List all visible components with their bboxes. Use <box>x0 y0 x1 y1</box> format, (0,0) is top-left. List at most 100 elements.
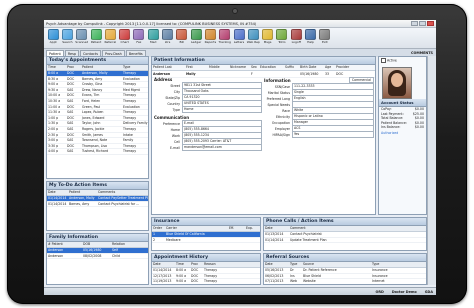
minimize-button[interactable] <box>411 21 418 26</box>
column-header[interactable]: Comments <box>97 190 148 195</box>
column-header[interactable]: Order <box>152 226 165 231</box>
authorized-note: Authorized <box>381 130 399 135</box>
toolbar-button-logoff[interactable]: Logoff <box>289 29 303 47</box>
toolbar-button-ltrs[interactable]: Ltrs <box>160 29 174 47</box>
information-title: Information <box>264 77 291 83</box>
column-header[interactable]: Date <box>47 190 68 195</box>
tracking-icon <box>219 29 231 40</box>
phone-call-row[interactable]: 01/14/2014 Update Treatment Plan <box>264 238 426 244</box>
insurance-list: 1 Blue Shield Of California 2 Medicare <box>152 232 260 244</box>
toolbar-button-med[interactable]: Med <box>146 29 160 47</box>
right-scrollbar[interactable] <box>427 56 436 285</box>
toolbar-button-web-rep[interactable]: Web Rep <box>246 29 260 47</box>
toolbar-button-fax[interactable]: Fax <box>132 29 146 47</box>
search-icon <box>61 29 73 40</box>
toolbar-button-patient[interactable]: Patient <box>89 29 103 47</box>
table-cell: Insurance <box>372 268 388 272</box>
information-field: SSN/Case 111-22-3333 <box>264 83 374 90</box>
toolbar-button-msgs[interactable]: Msgs <box>260 29 274 47</box>
toolbar-button-chart[interactable]: Chart <box>117 29 131 47</box>
column-header[interactable]: DOB <box>82 242 111 247</box>
column-header[interactable]: Date <box>264 262 289 267</box>
toolbar-button-ledger[interactable]: Ledger <box>189 29 203 47</box>
ledger-icon <box>190 29 202 40</box>
column-header[interactable]: Eff. <box>228 226 245 231</box>
toolbar-button-reports[interactable]: Reports <box>203 29 217 47</box>
maximize-button[interactable] <box>419 21 426 26</box>
address-input[interactable]: Home <box>182 106 262 113</box>
address-field: State/Zip CA 91320 <box>154 94 262 101</box>
app-window: Psych Advantage by Compulink - Copyright… <box>44 20 436 295</box>
column-header[interactable]: Exp. <box>245 226 260 231</box>
table-cell: 9:00 a <box>176 279 187 284</box>
column-header[interactable]: Time <box>47 65 66 70</box>
column-header[interactable]: Type <box>122 65 148 70</box>
toolbar-button-appt[interactable]: Appt <box>46 29 60 47</box>
table-cell: Jones, Edward <box>82 115 105 120</box>
table-cell: 3:30 p <box>48 143 59 148</box>
toolbar-label: Msgs <box>263 40 272 44</box>
referrals-title: Referral Sources <box>264 254 426 262</box>
toolbar-button-referral[interactable]: Referral <box>103 29 117 47</box>
fax-icon <box>133 29 145 40</box>
information-input[interactable]: Yes <box>292 131 374 138</box>
toolbar-button-help[interactable]: Help <box>303 29 317 47</box>
toolbar-label: Ltrs <box>164 40 171 44</box>
calendar-icon <box>47 29 59 40</box>
family-row[interactable]: Anderson 08/02/2008 Child <box>47 254 148 260</box>
toolbar-button-bill[interactable]: Bill <box>175 29 189 47</box>
toolbar-label: ToDo <box>278 40 286 44</box>
column-header[interactable]: Source <box>302 262 371 267</box>
column-header[interactable]: Reason <box>203 262 260 267</box>
toolbar-label: Exit <box>321 40 328 44</box>
referral-row[interactable]: 07/11/2013 Web Website Internet <box>264 279 426 284</box>
column-header[interactable]: Carrier <box>165 226 228 231</box>
table-cell: Green, Paul <box>82 104 101 109</box>
information-label: HIPAA/Sign <box>272 132 290 137</box>
column-header[interactable]: Prov <box>66 65 81 70</box>
camera-icon <box>232 8 238 14</box>
column-header[interactable]: Relation <box>111 242 148 247</box>
toolbar-button-letters[interactable]: Letters <box>232 29 246 47</box>
address-label: Country <box>167 101 180 106</box>
table-cell: 2:30 p <box>48 132 59 137</box>
table-cell: Rogers, Jackie <box>82 126 105 131</box>
table-cell: Barnes, Amy <box>82 76 103 81</box>
column-header[interactable]: Type <box>289 262 302 267</box>
table-cell: Evaluation <box>123 76 140 81</box>
table-cell: 9:00 a <box>176 273 187 278</box>
close-button[interactable] <box>427 21 434 26</box>
table-cell: DOC <box>67 82 75 87</box>
column-header[interactable]: Comment <box>289 226 426 231</box>
todo-row[interactable]: 01/14/2014 Barnes, Amy Contact Psychiatris… <box>47 202 148 208</box>
column-header[interactable]: Date <box>152 262 175 267</box>
toolbar-label: Help <box>307 40 314 44</box>
toolbar-button-tracking[interactable]: Tracking <box>218 29 232 47</box>
table-cell: Med Mgmt <box>123 87 140 92</box>
table-cell: Thompson, Lisa <box>82 143 107 148</box>
table-cell: Therapy <box>123 126 137 131</box>
table-cell: 4:00 p <box>48 149 59 154</box>
toolbar-button-scanned[interactable]: Scanned <box>75 29 89 47</box>
column-header[interactable]: # Patient <box>47 242 82 247</box>
table-cell: SAS <box>67 87 74 92</box>
column-header[interactable]: Patient <box>68 190 97 195</box>
insurance-row[interactable]: 2 Medicare <box>152 238 260 244</box>
table-cell: DOC <box>67 115 75 120</box>
column-header[interactable]: Type <box>371 262 426 267</box>
toolbar-button-search[interactable]: Search <box>60 29 74 47</box>
appointment-row[interactable]: 4:00 p SAS Tushest, Richard Therapy <box>47 149 148 155</box>
column-header[interactable]: Time <box>175 262 190 267</box>
column-header[interactable]: Patient <box>81 65 122 70</box>
toolbar-label: Ledger <box>190 40 202 44</box>
table-cell: Delivery Family <box>123 121 148 126</box>
column-header[interactable]: Date <box>264 226 289 231</box>
column-header[interactable]: Prov <box>190 262 203 267</box>
communication-input[interactable]: manderson@email.com <box>182 144 262 151</box>
toolbar-button-exit[interactable]: Exit <box>318 29 332 47</box>
table-cell: Evaluation <box>123 104 140 109</box>
info-mode-select[interactable]: Commercial <box>348 77 374 83</box>
active-checkbox[interactable]: Active <box>379 57 426 64</box>
toolbar-button-todo[interactable]: ToDo <box>275 29 289 47</box>
information-field: Preferred Lang English <box>264 95 374 102</box>
